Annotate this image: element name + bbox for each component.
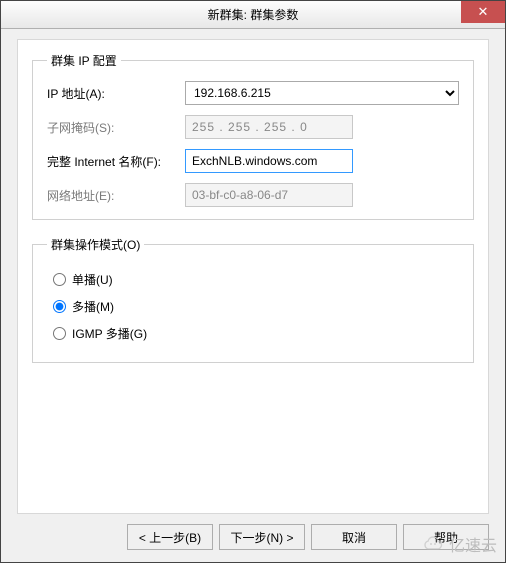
row-fqdn: 完整 Internet 名称(F): — [47, 149, 459, 173]
ip-combo[interactable]: 192.168.6.215 — [185, 81, 459, 105]
mac-value: 03-bf-c0-a8-06-d7 — [185, 183, 353, 207]
cluster-mode-legend: 群集操作模式(O) — [47, 236, 144, 253]
radio-multicast[interactable]: 多播(M) — [53, 298, 459, 315]
cluster-ip-group: 群集 IP 配置 IP 地址(A): 192.168.6.215 子网掩码(S)… — [32, 52, 474, 220]
radio-igmp[interactable]: IGMP 多播(G) — [53, 325, 459, 342]
fqdn-input[interactable] — [185, 149, 353, 173]
row-ip: IP 地址(A): 192.168.6.215 — [47, 81, 459, 105]
next-button[interactable]: 下一步(N) > — [219, 524, 305, 550]
ip-label: IP 地址(A): — [47, 85, 185, 102]
main-panel: 群集 IP 配置 IP 地址(A): 192.168.6.215 子网掩码(S)… — [17, 39, 489, 514]
radio-igmp-input[interactable] — [53, 327, 66, 340]
row-mac: 网络地址(E): 03-bf-c0-a8-06-d7 — [47, 183, 459, 207]
back-button[interactable]: < 上一步(B) — [127, 524, 213, 550]
help-button[interactable]: 帮助 — [403, 524, 489, 550]
radio-unicast-input[interactable] — [53, 273, 66, 286]
button-row: < 上一步(B) 下一步(N) > 取消 帮助 — [17, 514, 489, 562]
radio-igmp-label: IGMP 多播(G) — [72, 325, 147, 342]
subnet-label: 子网掩码(S): — [47, 119, 185, 136]
radio-unicast-label: 单播(U) — [72, 271, 113, 288]
window-title: 新群集: 群集参数 — [208, 6, 299, 23]
radio-multicast-input[interactable] — [53, 300, 66, 313]
cancel-button[interactable]: 取消 — [311, 524, 397, 550]
content-area: 群集 IP 配置 IP 地址(A): 192.168.6.215 子网掩码(S)… — [1, 29, 505, 562]
row-subnet: 子网掩码(S): 255 . 255 . 255 . 0 — [47, 115, 459, 139]
fqdn-label: 完整 Internet 名称(F): — [47, 153, 185, 170]
radio-unicast[interactable]: 单播(U) — [53, 271, 459, 288]
radio-multicast-label: 多播(M) — [72, 298, 114, 315]
cluster-ip-legend: 群集 IP 配置 — [47, 52, 121, 69]
subnet-value: 255 . 255 . 255 . 0 — [185, 115, 353, 139]
cluster-mode-group: 群集操作模式(O) 单播(U) 多播(M) IGMP 多播(G) — [32, 236, 474, 363]
close-button[interactable]: ✕ — [461, 1, 505, 23]
title-bar: 新群集: 群集参数 ✕ — [1, 1, 505, 29]
close-icon: ✕ — [478, 4, 489, 20]
mac-label: 网络地址(E): — [47, 187, 185, 204]
